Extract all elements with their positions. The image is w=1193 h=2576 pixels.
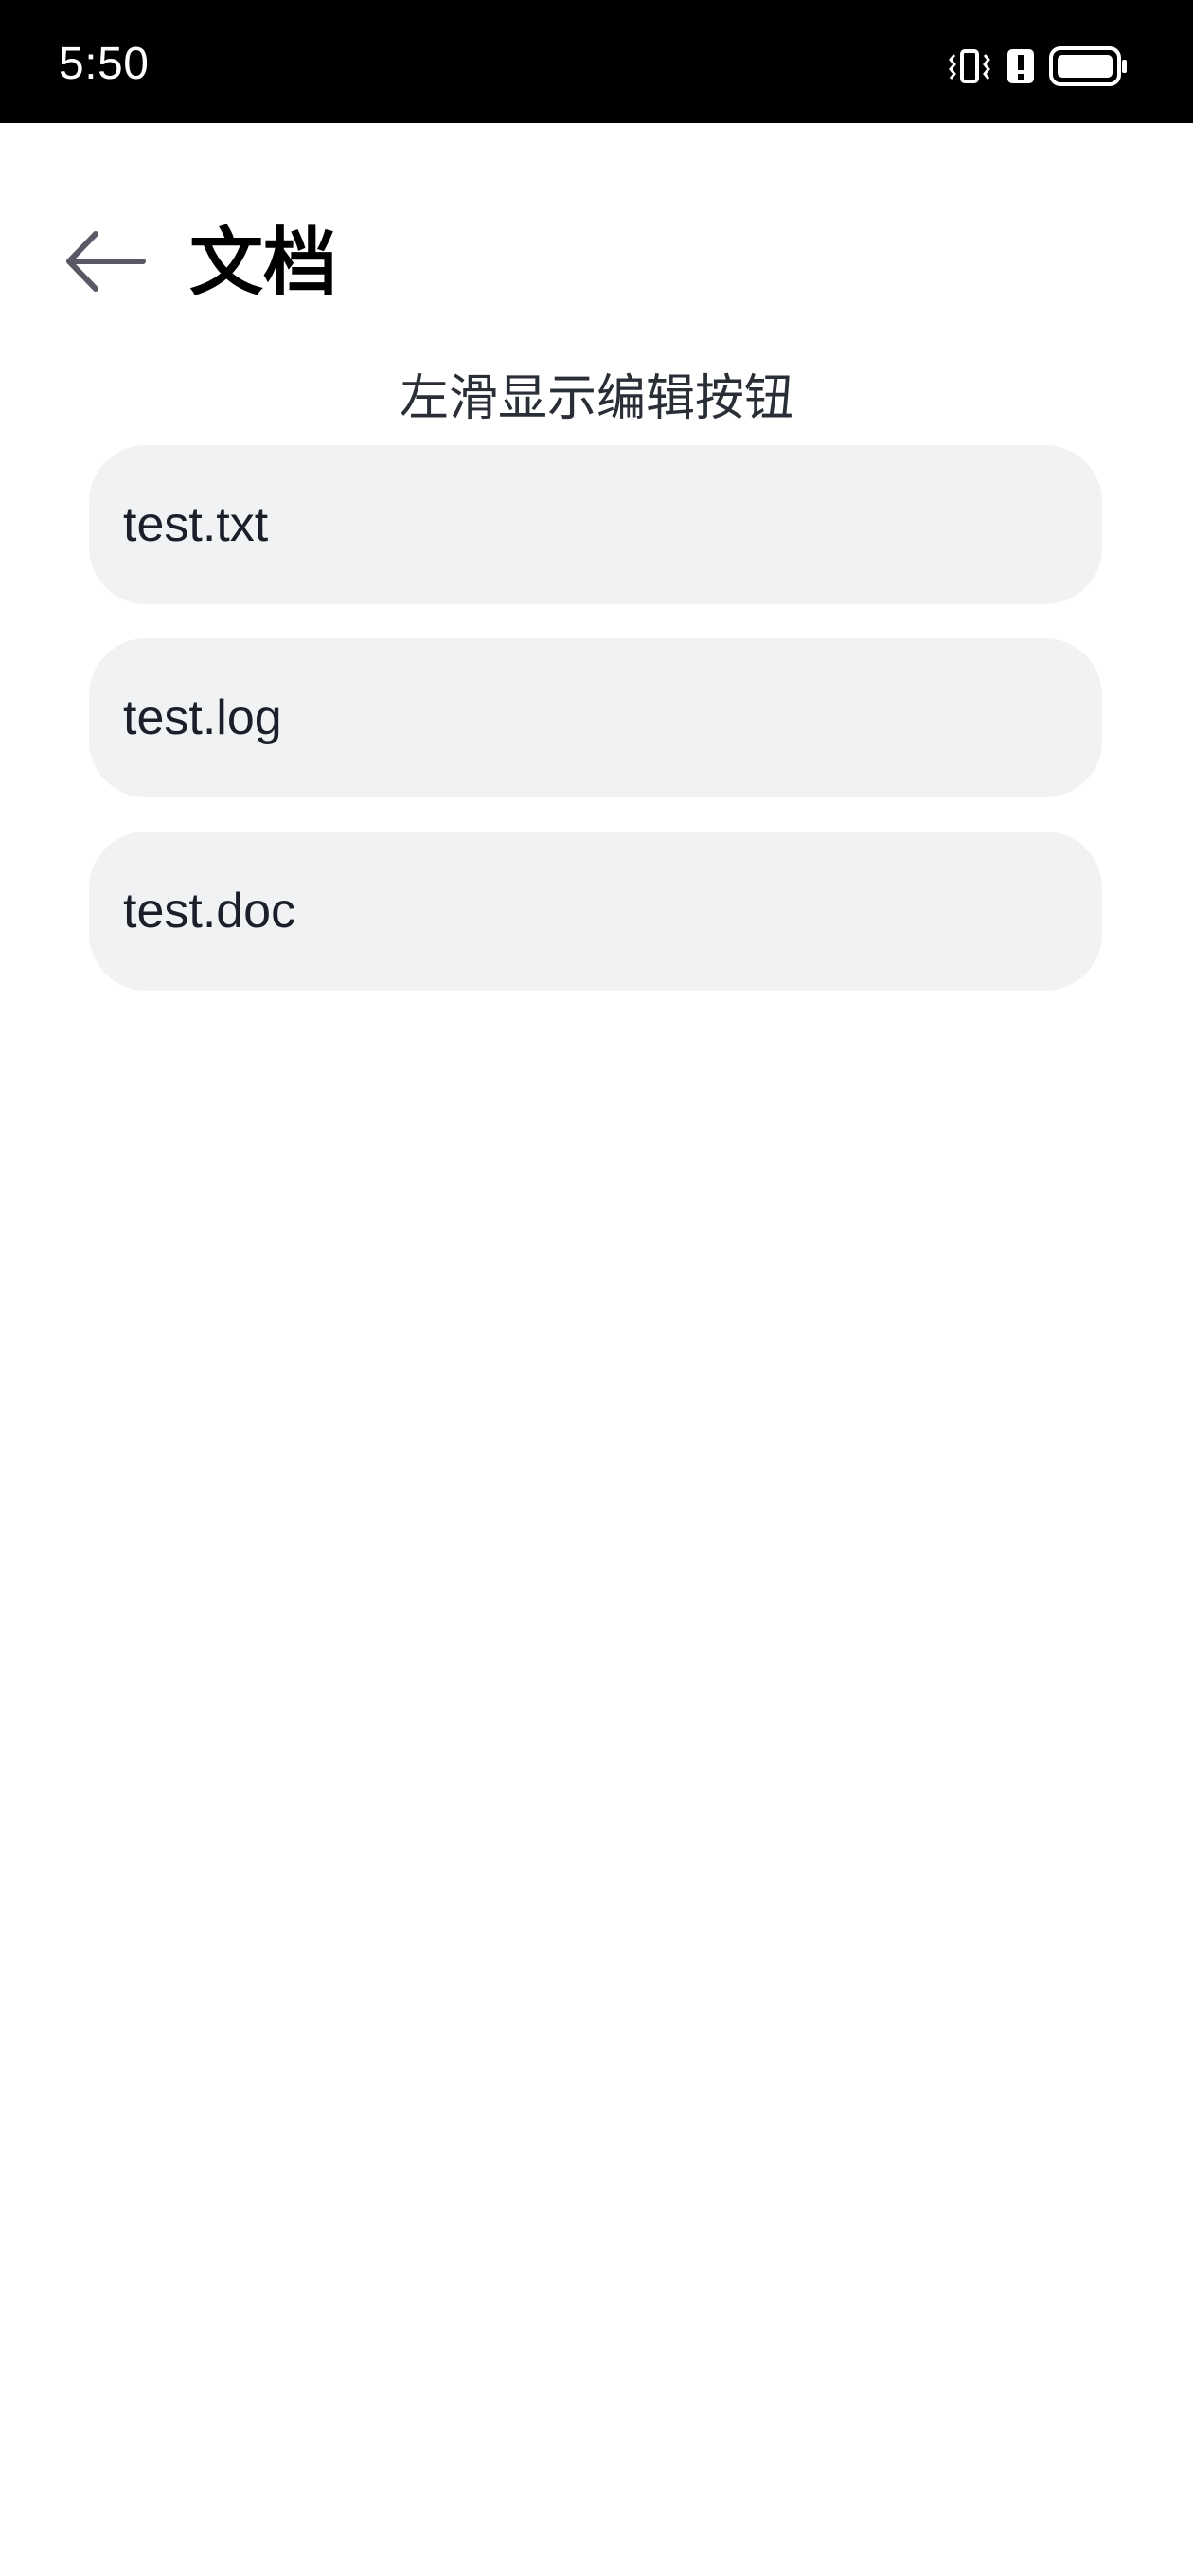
header: 文档 [0,123,1193,407]
file-item[interactable]: test.doc [89,832,1102,991]
file-name: test.log [123,690,282,745]
file-item[interactable]: test.txt [89,445,1102,604]
vibrate-icon [947,47,992,85]
swipe-hint: 左滑显示编辑按钮 [399,370,793,427]
back-button[interactable] [61,218,151,309]
file-name: test.doc [123,884,296,939]
file-list: test.txt test.log test.doc [89,445,1102,991]
status-icons [947,44,1129,89]
file-name: test.txt [123,497,269,552]
battery-icon [1049,45,1129,87]
status-time: 5:50 [59,39,150,89]
status-bar: 5:50 [0,0,1193,123]
arrow-left-icon [63,228,149,298]
alert-icon [1006,47,1036,85]
page-title: 文档 [189,221,338,306]
file-item[interactable]: test.log [89,638,1102,797]
